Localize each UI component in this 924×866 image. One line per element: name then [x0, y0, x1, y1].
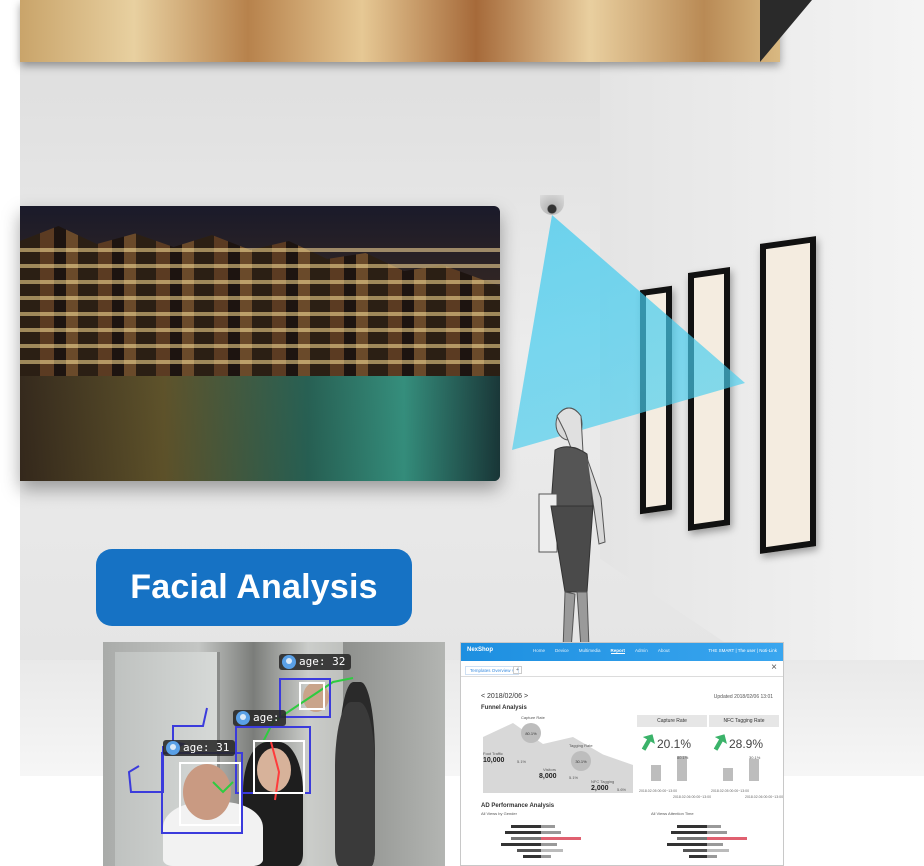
- tagging-rate-label: Tagging Rate: [569, 743, 593, 748]
- nav-device[interactable]: Device: [555, 648, 569, 654]
- bar: [541, 831, 561, 834]
- window-lights: [20, 246, 500, 376]
- bar: [523, 855, 541, 858]
- kpi-bar-current: [749, 759, 759, 781]
- up-arrow-icon: [709, 731, 730, 754]
- visitors-value: 8,000: [539, 773, 557, 780]
- facial-analysis-video-panel: age: 32 age: age: 31: [103, 642, 445, 866]
- tab-bar: Templates Overview × +: [461, 663, 783, 677]
- bar: [511, 837, 541, 840]
- visitors-label: Visitors: [543, 767, 557, 772]
- user-menu[interactable]: THE SMART | The user | Noti-Link: [708, 648, 777, 653]
- wall-frame-2: [688, 267, 730, 531]
- tab-overview[interactable]: Templates Overview ×: [465, 666, 520, 675]
- kpi-nfc-tagging-rate: NFC Tagging Rate 28.9% 30.1% 2018.02.05 …: [709, 715, 783, 799]
- nav-multimedia[interactable]: Multimedia: [579, 648, 601, 654]
- face-box-middle-inner: [253, 740, 305, 794]
- foot-traffic-value: 10,000: [483, 757, 505, 764]
- kpi-date-2: 2018.02.06 00:00~13:00: [673, 795, 712, 799]
- age-tag-3: age: 31: [163, 740, 236, 756]
- wall-frame-3: [760, 236, 816, 554]
- bar: [667, 843, 707, 846]
- face-icon: [166, 741, 180, 755]
- nfc-tagging-value: 2,000: [591, 785, 609, 792]
- kpi-date-2: 2018.02.06 00:00~13:00: [745, 795, 784, 799]
- updated-timestamp: Updated 2018/02/06 13:01: [713, 694, 773, 700]
- bar: [707, 831, 727, 834]
- kpi-sub: 80.1%: [677, 755, 689, 760]
- funnel-title: Funnel Analysis: [481, 705, 527, 711]
- bar-highlight: [541, 837, 581, 840]
- bar: [541, 849, 563, 852]
- dashboard-nav: Home Device Multimedia Report Admin Abou…: [533, 648, 670, 654]
- face-box-front-inner: [179, 762, 241, 826]
- capture-rate-circle: 80.1%: [521, 723, 541, 743]
- bar: [501, 843, 541, 846]
- nfc-tagging-label: NFC Tagging: [591, 779, 615, 784]
- bar: [707, 849, 729, 852]
- bar: [677, 825, 707, 828]
- kpi-date-1: 2018.02.05 00:00~13:00: [639, 789, 678, 793]
- age-tag-2: age:: [233, 710, 286, 726]
- bar: [541, 825, 555, 828]
- kpi-value: 20.1%: [657, 737, 692, 751]
- bar: [707, 843, 723, 846]
- bar: [707, 855, 717, 858]
- nfc-tagging-pct: 5.6%: [617, 787, 627, 792]
- dashboard-header: NexShop Home Device Multimedia Report Ad…: [461, 643, 783, 661]
- kpi-bar-prev: [723, 768, 733, 781]
- foot-traffic-pct: 5.1%: [517, 759, 527, 764]
- canal-reflection: [20, 376, 500, 481]
- ceiling-led-display: [20, 0, 780, 62]
- bar-highlight: [707, 837, 747, 840]
- face-icon: [236, 711, 250, 725]
- face-box-small-inner: [299, 682, 325, 710]
- bar: [677, 837, 707, 840]
- bar: [511, 825, 541, 828]
- bar: [505, 831, 541, 834]
- kpi-title: NFC Tagging Rate: [709, 715, 779, 727]
- up-arrow-icon: [637, 731, 658, 754]
- brand-logo[interactable]: NexShop: [467, 647, 493, 653]
- visitors-pct: 5.1%: [569, 775, 579, 780]
- date-selector[interactable]: < 2018/02/06 >: [481, 693, 528, 700]
- capture-rate-label: Capture Rate: [521, 715, 545, 720]
- ad-chart-right: [637, 823, 777, 863]
- nav-report[interactable]: Report: [610, 648, 626, 654]
- kpi-capture-rate: Capture Rate 20.1% 80.1% 2018.02.05 00:0…: [637, 715, 711, 799]
- bar: [671, 831, 707, 834]
- nav-home[interactable]: Home: [533, 648, 545, 654]
- bar: [517, 849, 541, 852]
- ad-sub-left: All Views by Gender: [481, 811, 517, 816]
- visitor-figure: [538, 407, 606, 651]
- ad-sub-right: All Views Attention Time: [651, 811, 694, 816]
- kpi-title: Capture Rate: [637, 715, 707, 727]
- age-tag-1: age: 32: [279, 654, 352, 670]
- ad-chart-left: [471, 823, 611, 863]
- nav-admin[interactable]: Admin: [635, 648, 648, 654]
- bar: [541, 855, 551, 858]
- wall-display-screen: [20, 206, 500, 481]
- add-tab-button[interactable]: +: [513, 666, 522, 674]
- bar: [683, 849, 707, 852]
- kpi-date-1: 2018.02.05 00:00~13:00: [711, 789, 750, 793]
- face-icon: [282, 655, 296, 669]
- bar: [689, 855, 707, 858]
- nexshop-dashboard: NexShop Home Device Multimedia Report Ad…: [460, 642, 784, 866]
- bar: [541, 843, 557, 846]
- facial-analysis-badge: Facial Analysis: [96, 549, 412, 626]
- bar: [707, 825, 721, 828]
- kpi-bar-prev: [651, 764, 661, 781]
- ad-performance-title: AD Performance Analysis: [481, 803, 555, 809]
- nav-about[interactable]: About: [658, 648, 670, 654]
- kpi-value: 28.9%: [729, 737, 764, 751]
- kpi-sub: 30.1%: [749, 755, 761, 760]
- facial-analysis-label: Facial Analysis: [130, 568, 378, 606]
- foot-traffic-label: Foot Traffic: [483, 751, 503, 756]
- tagging-rate-circle: 30.1%: [571, 751, 591, 771]
